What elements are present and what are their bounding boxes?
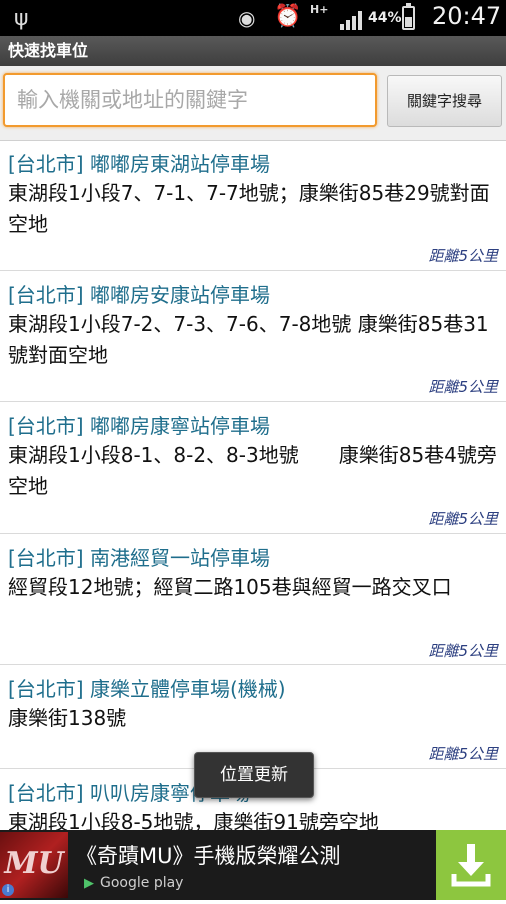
search-input[interactable]: 輸入機關或地址的關鍵字 bbox=[3, 73, 377, 127]
list-item[interactable]: [台北市] 嘟嘟房安康站停車場 東湖段1小段7-2、7-3、7-6、7-8地號 … bbox=[0, 271, 506, 402]
download-button[interactable] bbox=[436, 830, 506, 900]
ad-banner[interactable]: MU i 《奇蹟MU》手機版榮耀公測 ▶ Google play bbox=[0, 830, 506, 900]
distance-label: 距離5公里 bbox=[428, 510, 498, 528]
battery-icon bbox=[402, 3, 415, 30]
distance-label: 距離5公里 bbox=[428, 378, 498, 396]
parking-lot-name: [台北市] 南港經貿一站停車場 bbox=[8, 546, 270, 570]
alarm-clock-icon: ⏰ bbox=[274, 4, 302, 29]
search-bar: 輸入機關或地址的關鍵字 關鍵字搜尋 bbox=[0, 66, 506, 141]
parking-lot-address: 東湖段1小段7、7-1、7-7地號；康樂街85巷29號對面空地 bbox=[8, 181, 490, 236]
battery-percentage: 44% bbox=[368, 10, 402, 26]
distance-label: 距離5公里 bbox=[428, 745, 498, 763]
download-icon bbox=[451, 844, 491, 887]
list-item[interactable]: [台北市] 南港經貿一站停車場 經貿段12地號；經貿二路105巷與經貿一路交叉口… bbox=[0, 534, 506, 665]
parking-lot-address: 康樂街138號 bbox=[8, 706, 127, 730]
parking-lot-name: [台北市] 嘟嘟房安康站停車場 bbox=[8, 283, 270, 307]
usb-icon: ψ bbox=[14, 6, 29, 31]
search-placeholder: 輸入機關或地址的關鍵字 bbox=[17, 88, 248, 112]
ad-info-icon[interactable]: i bbox=[2, 884, 14, 896]
store-label: Google play bbox=[100, 875, 184, 891]
distance-label: 距離5公里 bbox=[428, 247, 498, 265]
toast-message: 位置更新 bbox=[194, 752, 314, 798]
parking-lot-address: 東湖段1小段7-2、7-3、7-6、7-8地號 康樂街85巷31號對面空地 bbox=[8, 312, 489, 367]
parking-lot-name: [台北市] 嘟嘟房康寧站停車場 bbox=[8, 414, 270, 438]
google-play-icon: ▶ bbox=[84, 876, 94, 891]
ad-headline[interactable]: 《奇蹟MU》手機版榮耀公測 bbox=[76, 840, 341, 870]
keyword-search-button[interactable]: 關鍵字搜尋 bbox=[387, 75, 502, 127]
distance-label: 距離5公里 bbox=[428, 642, 498, 660]
network-type-indicator: H+ bbox=[310, 3, 329, 16]
list-item[interactable]: [台北市] 嘟嘟房東湖站停車場 東湖段1小段7、7-1、7-7地號；康樂街85巷… bbox=[0, 140, 506, 271]
parking-lot-name: [台北市] 嘟嘟房東湖站停車場 bbox=[8, 152, 270, 176]
clock-time: 20:47 bbox=[432, 2, 502, 30]
eye-icon: ◉ bbox=[238, 6, 256, 30]
parking-lot-name: [台北市] 康樂立體停車場(機械) bbox=[8, 677, 286, 701]
status-bar: ψ ◉ ⏰ H+ 44% 20:47 bbox=[0, 0, 506, 36]
parking-lot-address: 經貿段12地號；經貿二路105巷與經貿一路交叉口 bbox=[8, 575, 452, 599]
parking-lot-address: 東湖段1小段8-1、8-2、8-3地號 康樂街85巷4號旁空地 bbox=[8, 443, 497, 498]
signal-strength-icon bbox=[340, 11, 362, 30]
app-title-bar: 快速找車位 bbox=[0, 36, 506, 66]
list-item[interactable]: [台北市] 嘟嘟房康寧站停車場 東湖段1小段8-1、8-2、8-3地號 康樂街8… bbox=[0, 402, 506, 534]
app-title: 快速找車位 bbox=[8, 41, 89, 60]
